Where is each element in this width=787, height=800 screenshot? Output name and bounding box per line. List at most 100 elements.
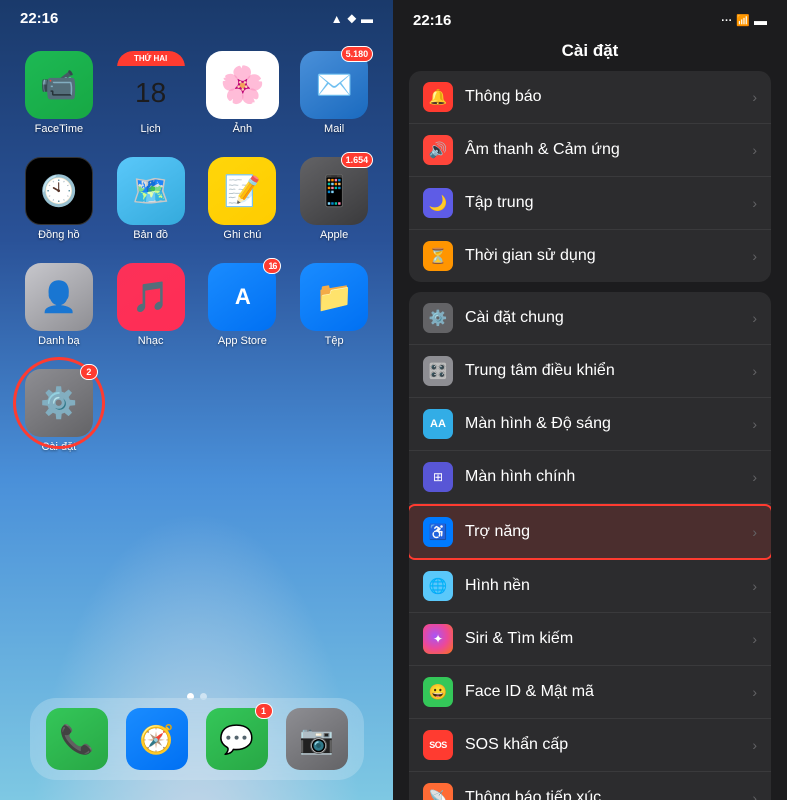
settings-row-taptrung[interactable]: 🌙 Tập trung › (409, 177, 771, 230)
thongbaotiepxuc-chevron: › (752, 790, 757, 800)
calendar-day: THỨ HAI (117, 51, 185, 66)
thongbaotiepxuc-icon: 📡 (423, 783, 453, 800)
notes-icon: 📝 (208, 157, 276, 225)
music-app[interactable]: 🎵 Nhạc (114, 263, 188, 347)
mail-badge: 5.180 (341, 46, 374, 62)
status-bar-left: 22:16 ▲ ⬥ ▬ (0, 0, 393, 31)
caidatchung-chevron: › (752, 310, 757, 326)
photos-app[interactable]: 🌸 Ảnh (206, 51, 280, 135)
files-app[interactable]: 📁 Tệp (297, 263, 371, 347)
settings-row-thongbao[interactable]: 🔔 Thông báo › (409, 71, 771, 124)
settings-row-manhinh[interactable]: AA Màn hình & Độ sáng › (409, 398, 771, 451)
mail-app[interactable]: ✉️ 5.180 Mail (297, 51, 371, 135)
caidatchung-label: Cài đặt chung (465, 309, 752, 327)
clock-app[interactable]: 🕙 Đồng hồ (22, 157, 96, 241)
hinhnen-icon: 🌐 (423, 571, 453, 601)
maps-icon: 🗺️ (117, 157, 185, 225)
manhinhchinh-chevron: › (752, 469, 757, 485)
facetime-label: FaceTime (35, 123, 84, 135)
files-label: Tệp (325, 335, 344, 347)
messages-badge: 1 (255, 703, 273, 719)
files-icon: 📁 (300, 263, 368, 331)
phone-dock-app[interactable]: 📞 (46, 708, 108, 770)
phone-dock-icon: 📞 (46, 708, 108, 770)
music-label: Nhạc (138, 335, 164, 347)
app-grid-row4: ⚙️ 2 Cài đặt (0, 353, 393, 469)
camera-dock-app[interactable]: 📷 (286, 708, 348, 770)
thongbao-icon: 🔔 (423, 82, 453, 112)
settings-screen: 22:16 ··· 📶 ▬ Cài đặt 🔔 Thông báo › 🔊 Âm… (393, 0, 787, 800)
manhinhchinh-label: Màn hình chính (465, 468, 752, 486)
faceid-label: Face ID & Mật mã (465, 683, 752, 701)
maps-label: Bản đồ (133, 229, 168, 241)
settings-row-thoigian[interactable]: ⏳ Thời gian sử dụng › (409, 230, 771, 282)
settings-row-sos[interactable]: SOS SOS khẩn cấp › (409, 719, 771, 772)
settings-row-amthanh[interactable]: 🔊 Âm thanh & Cảm ứng › (409, 124, 771, 177)
contacts-icon: 👤 (25, 263, 93, 331)
signal-icon: ▲ (331, 12, 343, 26)
thoigian-chevron: › (752, 248, 757, 264)
clock-icon: 🕙 (25, 157, 93, 225)
manhinh-icon: AA (423, 409, 453, 439)
tronang-icon: ♿ (423, 517, 453, 547)
appstore-app[interactable]: A 16 App Store (206, 263, 280, 347)
appstore-label: App Store (218, 335, 267, 347)
settings-row-caidatchung[interactable]: ⚙️ Cài đặt chung › (409, 292, 771, 345)
camera-dock-icon: 📷 (286, 708, 348, 770)
calendar-app[interactable]: THỨ HAI 18 Lịch (114, 51, 188, 135)
app-grid-row1: 📹 FaceTime THỨ HAI 18 Lịch 🌸 Ảnh ✉️ 5.18… (0, 35, 393, 151)
settings-row-thongbaotiepxuc[interactable]: 📡 Thông báo tiếp xúc › (409, 772, 771, 800)
amthanh-chevron: › (752, 142, 757, 158)
manhinh-label: Màn hình & Độ sáng (465, 415, 752, 433)
settings-page-title: Cài đặt (393, 35, 787, 71)
calendar-date: 18 (117, 66, 185, 119)
time-left: 22:16 (20, 10, 58, 27)
appstore-icon: A 16 (208, 263, 276, 331)
settings-row-trungtam[interactable]: 🎛️ Trung tâm điều khiển › (409, 345, 771, 398)
settings-row-manhinhchinh[interactable]: ⊞ Màn hình chính › (409, 451, 771, 504)
time-right: 22:16 (413, 12, 451, 29)
notes-label: Ghi chú (223, 229, 261, 241)
status-icons-right: ··· 📶 ▬ (721, 13, 767, 28)
iphone-home-screen: 22:16 ▲ ⬥ ▬ 📹 FaceTime THỨ HAI 18 Lịch 🌸… (0, 0, 393, 800)
settings-row-siri[interactable]: ✦ Siri & Tìm kiếm › (409, 613, 771, 666)
settings-section-2: ⚙️ Cài đặt chung › 🎛️ Trung tâm điều khi… (409, 292, 771, 800)
thongbao-chevron: › (752, 89, 757, 105)
trungtam-icon: 🎛️ (423, 356, 453, 386)
calendar-label: Lịch (141, 123, 161, 135)
settings-row-tronang[interactable]: ♿ Trợ năng › (409, 504, 771, 560)
settings-row-hinhnen[interactable]: 🌐 Hình nền › (409, 560, 771, 613)
settings-badge: 2 (80, 364, 98, 380)
sos-icon: SOS (423, 730, 453, 760)
maps-app[interactable]: 🗺️ Bản đồ (114, 157, 188, 241)
sos-chevron: › (752, 737, 757, 753)
siri-icon: ✦ (423, 624, 453, 654)
trungtam-chevron: › (752, 363, 757, 379)
facetime-app[interactable]: 📹 FaceTime (22, 51, 96, 135)
sos-label: SOS khẩn cấp (465, 736, 752, 754)
contacts-app[interactable]: 👤 Danh bạ (22, 263, 96, 347)
mail-icon: ✉️ 5.180 (300, 51, 368, 119)
taptrung-icon: 🌙 (423, 188, 453, 218)
siri-label: Siri & Tìm kiếm (465, 630, 752, 648)
dots-icon: ··· (721, 15, 732, 27)
hinhnen-label: Hình nền (465, 577, 752, 595)
contacts-label: Danh bạ (38, 335, 80, 347)
messages-dock-app[interactable]: 💬 1 (206, 708, 268, 770)
settings-row-faceid[interactable]: 😀 Face ID & Mật mã › (409, 666, 771, 719)
status-bar-right: 22:16 ··· 📶 ▬ (393, 0, 787, 35)
thoigian-icon: ⏳ (423, 241, 453, 271)
settings-app[interactable]: ⚙️ 2 Cài đặt (22, 369, 96, 453)
photos-icon: 🌸 (206, 51, 280, 119)
safari-dock-app[interactable]: 🧭 (126, 708, 188, 770)
siri-chevron: › (752, 631, 757, 647)
mail-label: Mail (324, 123, 344, 135)
status-icons-left: ▲ ⬥ ▬ (331, 11, 373, 26)
app-grid-row3: 👤 Danh bạ 🎵 Nhạc A 16 App Store 📁 Tệp (0, 247, 393, 363)
app-grid-row2: 🕙 Đồng hồ 🗺️ Bản đồ 📝 Ghi chú 📱 1.654 Ap… (0, 141, 393, 257)
apple-app[interactable]: 📱 1.654 Apple (297, 157, 371, 241)
trungtam-label: Trung tâm điều khiển (465, 362, 752, 380)
tronang-label: Trợ năng (465, 523, 752, 541)
wifi-icon: ⬥ (348, 11, 356, 26)
notes-app[interactable]: 📝 Ghi chú (206, 157, 280, 241)
